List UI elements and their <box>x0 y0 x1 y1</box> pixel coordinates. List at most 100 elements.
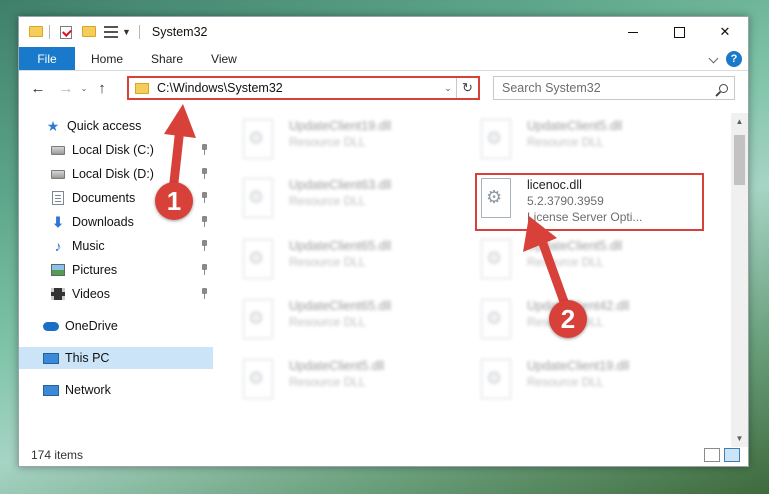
refresh-icon[interactable]: ↻ <box>456 78 478 98</box>
sidebar-item-label: This PC <box>65 351 110 365</box>
file-item[interactable]: UpdateClient19.dll Resource DLL <box>479 357 709 407</box>
file-name: UpdateClient65.dll <box>289 239 392 253</box>
folder-icon <box>29 26 43 38</box>
sidebar-item-pictures[interactable]: Pictures <box>50 259 220 281</box>
sidebar-item-onedrive[interactable]: OneDrive <box>43 315 118 337</box>
back-button[interactable]: ← <box>27 77 49 99</box>
details-view-icon[interactable] <box>704 448 720 462</box>
sidebar-item-label: Videos <box>72 287 110 301</box>
search-box[interactable]: Search System32 <box>493 76 735 100</box>
file-name: UpdateClient19.dll <box>289 119 392 133</box>
file-description: Resource DLL <box>289 194 366 208</box>
address-dropdown-icon[interactable]: ⌄ <box>440 78 456 98</box>
file-item[interactable]: UpdateClient5.dll Resource DLL <box>479 117 709 167</box>
file-item[interactable]: UpdateClient65.dll Resource DLL <box>241 297 471 347</box>
file-description: Resource DLL <box>527 135 604 149</box>
pin-icon[interactable] <box>200 288 208 300</box>
file-description: Resource DLL <box>289 375 366 389</box>
dll-file-icon <box>481 299 511 339</box>
expand-ribbon-icon[interactable] <box>708 54 718 64</box>
this-pc-icon <box>43 351 59 365</box>
file-item[interactable]: UpdateClient65.dll Resource DLL <box>241 237 471 287</box>
videos-icon <box>50 287 66 301</box>
up-button[interactable]: ↑ <box>91 77 113 99</box>
divider <box>138 25 140 39</box>
file-description: Resource DLL <box>527 375 604 389</box>
tab-home[interactable]: Home <box>75 47 137 70</box>
file-description: Resource DLL <box>289 315 366 329</box>
pin-icon[interactable] <box>200 240 208 252</box>
dll-file-icon <box>243 299 273 339</box>
file-name: UpdateClient65.dll <box>289 299 392 313</box>
dll-file-icon <box>481 119 511 159</box>
sidebar-item-label: Local Disk (C:) <box>72 143 154 157</box>
sidebar-item-quick-access[interactable]: ★ Quick access <box>45 115 142 137</box>
scroll-up-icon[interactable]: ▲ <box>731 113 748 130</box>
maximize-button[interactable] <box>656 17 702 47</box>
dll-file-icon <box>243 359 273 399</box>
file-description: Resource DLL <box>289 135 366 149</box>
search-input[interactable]: Search System32 <box>502 81 712 95</box>
file-name: UpdateClient19.dll <box>527 359 630 373</box>
window-title: System32 <box>151 25 208 39</box>
tab-view[interactable]: View <box>197 47 251 70</box>
file-item[interactable]: UpdateClient5.dll Resource DLL <box>241 357 471 407</box>
search-icon[interactable] <box>712 83 734 93</box>
music-icon: ♪ <box>54 238 62 254</box>
dll-file-icon <box>243 119 273 159</box>
callout-badge-1: 1 <box>155 182 193 220</box>
properties-icon[interactable] <box>104 26 118 38</box>
scroll-thumb[interactable] <box>734 135 745 185</box>
file-item[interactable]: UpdateClient63.dll Resource DLL <box>241 176 471 226</box>
explorer-window: ▼ System32 ✕ File Home Share View ? ← → … <box>18 16 749 467</box>
dll-file-icon <box>243 239 273 279</box>
recent-locations-icon[interactable]: ⌄ <box>77 84 91 93</box>
documents-icon <box>50 191 66 205</box>
pin-icon[interactable] <box>200 264 208 276</box>
dll-file-icon <box>481 239 511 279</box>
tab-file[interactable]: File <box>19 47 75 70</box>
pictures-icon <box>50 263 66 277</box>
star-icon: ★ <box>46 117 60 134</box>
item-count: 174 items <box>31 448 84 462</box>
help-icon[interactable]: ? <box>726 50 742 67</box>
close-button[interactable]: ✕ <box>702 17 748 47</box>
callout-badge-2: 2 <box>549 300 587 338</box>
file-name: UpdateClient63.dll <box>289 178 392 192</box>
new-folder-icon[interactable] <box>82 26 96 38</box>
address-text[interactable]: C:\Windows\System32 <box>157 81 440 95</box>
address-bar[interactable]: C:\Windows\System32 ⌄ ↻ <box>127 76 480 100</box>
onedrive-icon <box>43 319 59 333</box>
sidebar-item-label: Music <box>72 239 105 253</box>
disk-icon <box>50 167 66 181</box>
sidebar-item-music[interactable]: ♪ Music <box>50 235 220 257</box>
properties-check-icon[interactable] <box>60 25 72 39</box>
minimize-button[interactable] <box>610 17 656 47</box>
title-bar: ▼ System32 ✕ <box>19 17 748 47</box>
sidebar-item-label: Network <box>65 383 111 397</box>
vertical-scrollbar[interactable]: ▲ ▼ <box>731 113 748 447</box>
file-item[interactable]: UpdateClient19.dll Resource DLL <box>241 117 471 167</box>
dll-file-icon <box>243 178 273 218</box>
forward-button[interactable]: → <box>55 77 77 99</box>
sidebar-item-network[interactable]: Network <box>43 379 111 401</box>
tab-share[interactable]: Share <box>137 47 197 70</box>
sidebar-item-videos[interactable]: Videos <box>50 283 220 305</box>
sidebar-item-this-pc[interactable]: This PC <box>19 347 213 369</box>
file-name: UpdateClient5.dll <box>527 119 623 133</box>
status-bar: 174 items <box>19 444 748 466</box>
sidebar-item-label: OneDrive <box>65 319 118 333</box>
pin-icon[interactable] <box>200 216 208 228</box>
sidebar-item-label: Documents <box>72 191 136 205</box>
file-description: Resource DLL <box>289 255 366 269</box>
sidebar-item-label: Downloads <box>72 215 134 229</box>
sidebar-item-label: Local Disk (D:) <box>72 167 154 181</box>
sidebar-item-downloads[interactable]: ⬇ Downloads <box>50 211 220 233</box>
ribbon-tabs: File Home Share View ? <box>19 47 748 71</box>
large-icons-view-icon[interactable] <box>724 448 740 462</box>
quick-access-dropdown-icon[interactable]: ▼ <box>122 27 131 37</box>
sidebar-item-label: Pictures <box>72 263 118 277</box>
folder-icon <box>135 82 149 94</box>
disk-icon <box>50 143 66 157</box>
file-list: UpdateClient19.dll Resource DLL UpdateCl… <box>229 113 734 443</box>
